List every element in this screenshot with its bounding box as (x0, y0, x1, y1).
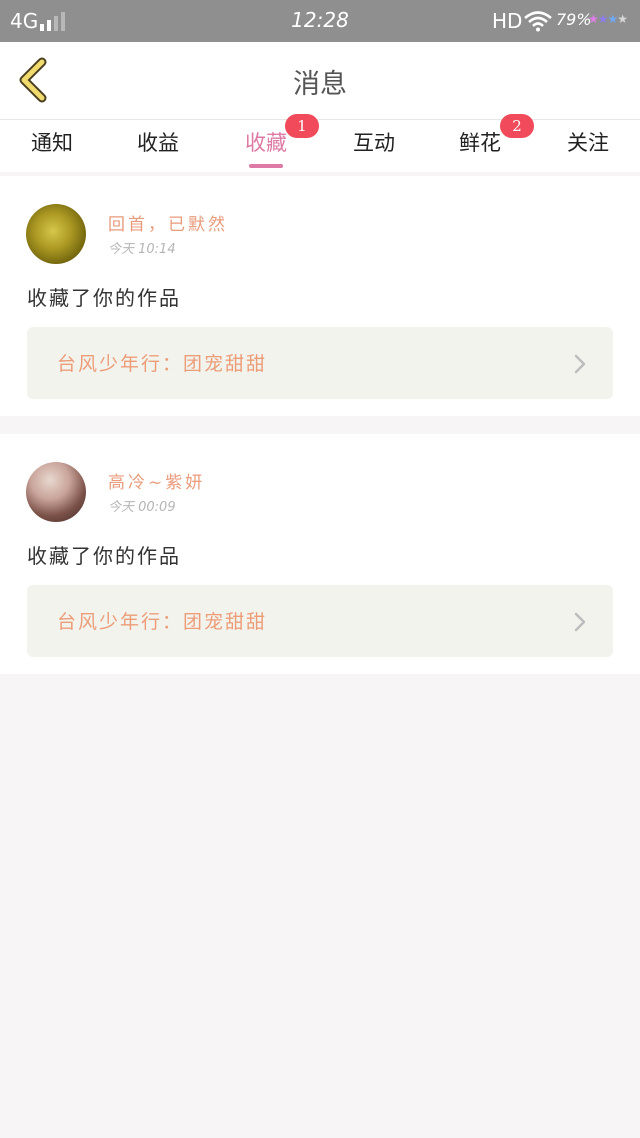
list-item: 回首，已默然 今天 10:14 收藏了你的作品 台风少年行：团宠甜甜 (0, 176, 640, 416)
work-link[interactable]: 台风少年行：团宠甜甜 (27, 585, 613, 657)
work-title: 台风少年行：团宠甜甜 (57, 353, 268, 375)
avatar[interactable] (26, 204, 86, 264)
wifi-icon (524, 11, 552, 32)
tab-label: 鲜花 (459, 131, 501, 155)
timestamp: 今天 00:09 (108, 500, 176, 515)
tab-label: 互动 (353, 131, 395, 155)
page-title: 消息 (293, 69, 347, 100)
tab-favorites[interactable]: 收藏 1 (234, 114, 319, 172)
tab-bar: 通知 收益 收藏 1 互动 鲜花 2 关注 (0, 114, 640, 172)
chevron-right-icon (574, 354, 586, 374)
username[interactable]: 回首，已默然 (108, 210, 228, 235)
timestamp: 今天 10:14 (108, 242, 176, 257)
chevron-right-icon (574, 612, 586, 632)
tab-badge: 1 (285, 114, 319, 138)
avatar[interactable] (26, 462, 86, 522)
hd-indicator: HD (492, 9, 523, 33)
username[interactable]: 高冷~紫妍 (108, 468, 205, 493)
tab-label: 通知 (31, 131, 73, 155)
work-title: 台风少年行：团宠甜甜 (57, 611, 268, 633)
action-text: 收藏了你的作品 (27, 286, 181, 310)
list-item: 高冷~紫妍 今天 00:09 收藏了你的作品 台风少年行：团宠甜甜 (0, 434, 640, 674)
status-bar: 4G 12:28 HD 79% ★★★★ (0, 0, 640, 42)
tab-label: 关注 (567, 131, 609, 155)
tab-flowers[interactable]: 鲜花 2 (448, 114, 534, 172)
tab-earnings[interactable]: 收益 (126, 120, 190, 172)
active-tab-indicator (249, 164, 283, 168)
tab-interactions[interactable]: 互动 (342, 120, 406, 172)
nav-bar: 消息 (0, 42, 640, 120)
tab-label: 收藏 (245, 131, 287, 155)
battery-level: 79% (556, 10, 592, 29)
decorative-stars-icon: ★★★★ (588, 12, 628, 26)
work-link[interactable]: 台风少年行：团宠甜甜 (27, 327, 613, 399)
tab-badge: 2 (500, 114, 534, 138)
tab-label: 收益 (137, 131, 179, 155)
tab-notifications[interactable]: 通知 (20, 120, 84, 172)
action-text: 收藏了你的作品 (27, 544, 181, 568)
tab-following[interactable]: 关注 (556, 120, 620, 172)
